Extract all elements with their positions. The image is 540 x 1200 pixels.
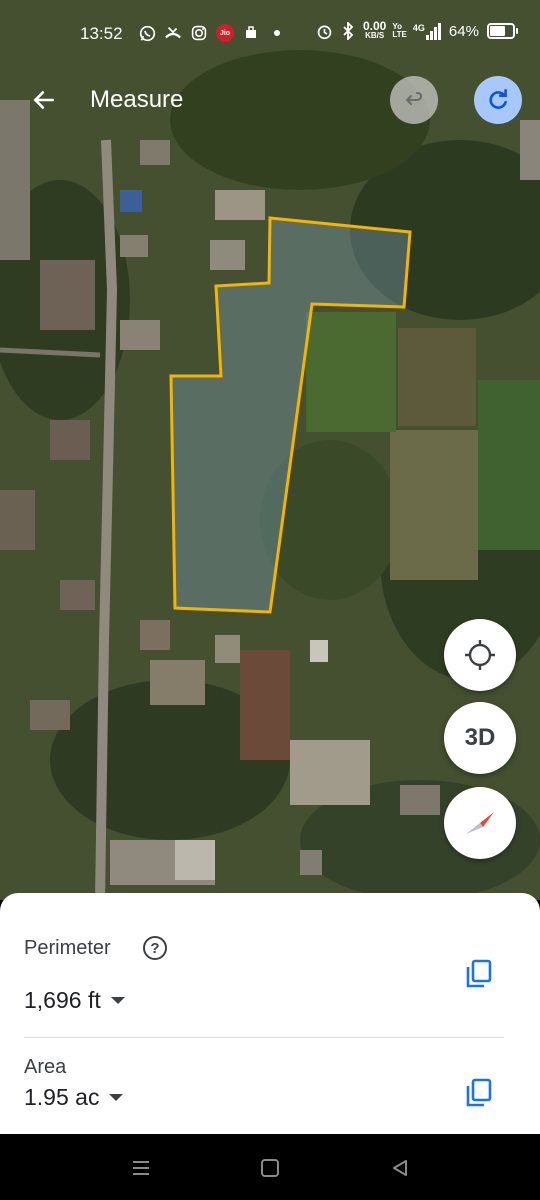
status-bar: 13:52 Jio 0.00 KB/S Yo LTE 4G 64%: [0, 0, 540, 68]
my-location-icon: [465, 640, 495, 670]
nav-back-icon: [393, 1160, 407, 1176]
network-speed: 0.00 KB/S: [363, 19, 387, 40]
more-notifications-dot-icon: [268, 24, 286, 42]
help-icon[interactable]: ?: [143, 936, 167, 960]
copy-icon: [466, 959, 492, 988]
system-nav-bar: [0, 1134, 540, 1200]
bluetooth-icon: [339, 22, 357, 40]
my-location-button[interactable]: [444, 619, 516, 691]
perimeter-value: 1,696 ft: [24, 987, 101, 1013]
copy-icon: [466, 1078, 492, 1107]
notification-bag-icon: [242, 24, 260, 42]
battery-percent: 64%: [448, 22, 479, 40]
area-value: 1.95 ac: [24, 1084, 100, 1110]
instagram-icon: [190, 24, 208, 42]
perimeter-label: Perimeter: [24, 937, 111, 959]
status-time: 13:52: [80, 24, 123, 43]
undo-button[interactable]: [390, 76, 438, 124]
back-button[interactable]: [24, 80, 64, 120]
compass-button[interactable]: [444, 787, 516, 859]
page-title: Measure: [90, 86, 184, 113]
copy-perimeter-button[interactable]: [462, 957, 496, 991]
arrow-back-icon: [33, 91, 54, 109]
recents-button[interactable]: [127, 1154, 155, 1182]
home-icon: [261, 1159, 279, 1177]
alarm-icon: [315, 22, 333, 40]
redo-icon: [489, 88, 507, 109]
divider: [24, 1037, 504, 1038]
compass-icon: [466, 812, 494, 834]
volte-indicator: Yo LTE: [392, 22, 407, 39]
copy-area-button[interactable]: [462, 1076, 496, 1110]
undo-icon: [405, 92, 423, 105]
signal-strength-icon: 4G: [413, 22, 441, 40]
dropdown-arrow-icon: [110, 997, 125, 1004]
redo-button[interactable]: [474, 76, 522, 124]
area-label: Area: [24, 1056, 67, 1078]
notification-icons: Jio: [138, 24, 286, 42]
recents-icon: [133, 1161, 149, 1175]
perimeter-unit-dropdown[interactable]: 1,696 ft: [24, 987, 125, 1014]
home-button[interactable]: [256, 1154, 284, 1182]
3d-view-button[interactable]: 3D: [444, 702, 516, 774]
jio-icon: Jio: [216, 24, 234, 42]
missed-call-icon: [164, 24, 182, 42]
nav-back-button[interactable]: [386, 1154, 414, 1182]
dropdown-arrow-icon: [109, 1094, 124, 1101]
measurement-sheet: Perimeter ? 1,696 ft Area 1.95 ac: [0, 893, 540, 1134]
area-unit-dropdown[interactable]: 1.95 ac: [24, 1084, 124, 1111]
system-status-icons: 0.00 KB/S Yo LTE 4G 64%: [315, 19, 518, 40]
whatsapp-icon: [138, 24, 156, 42]
battery-icon: [486, 23, 518, 39]
